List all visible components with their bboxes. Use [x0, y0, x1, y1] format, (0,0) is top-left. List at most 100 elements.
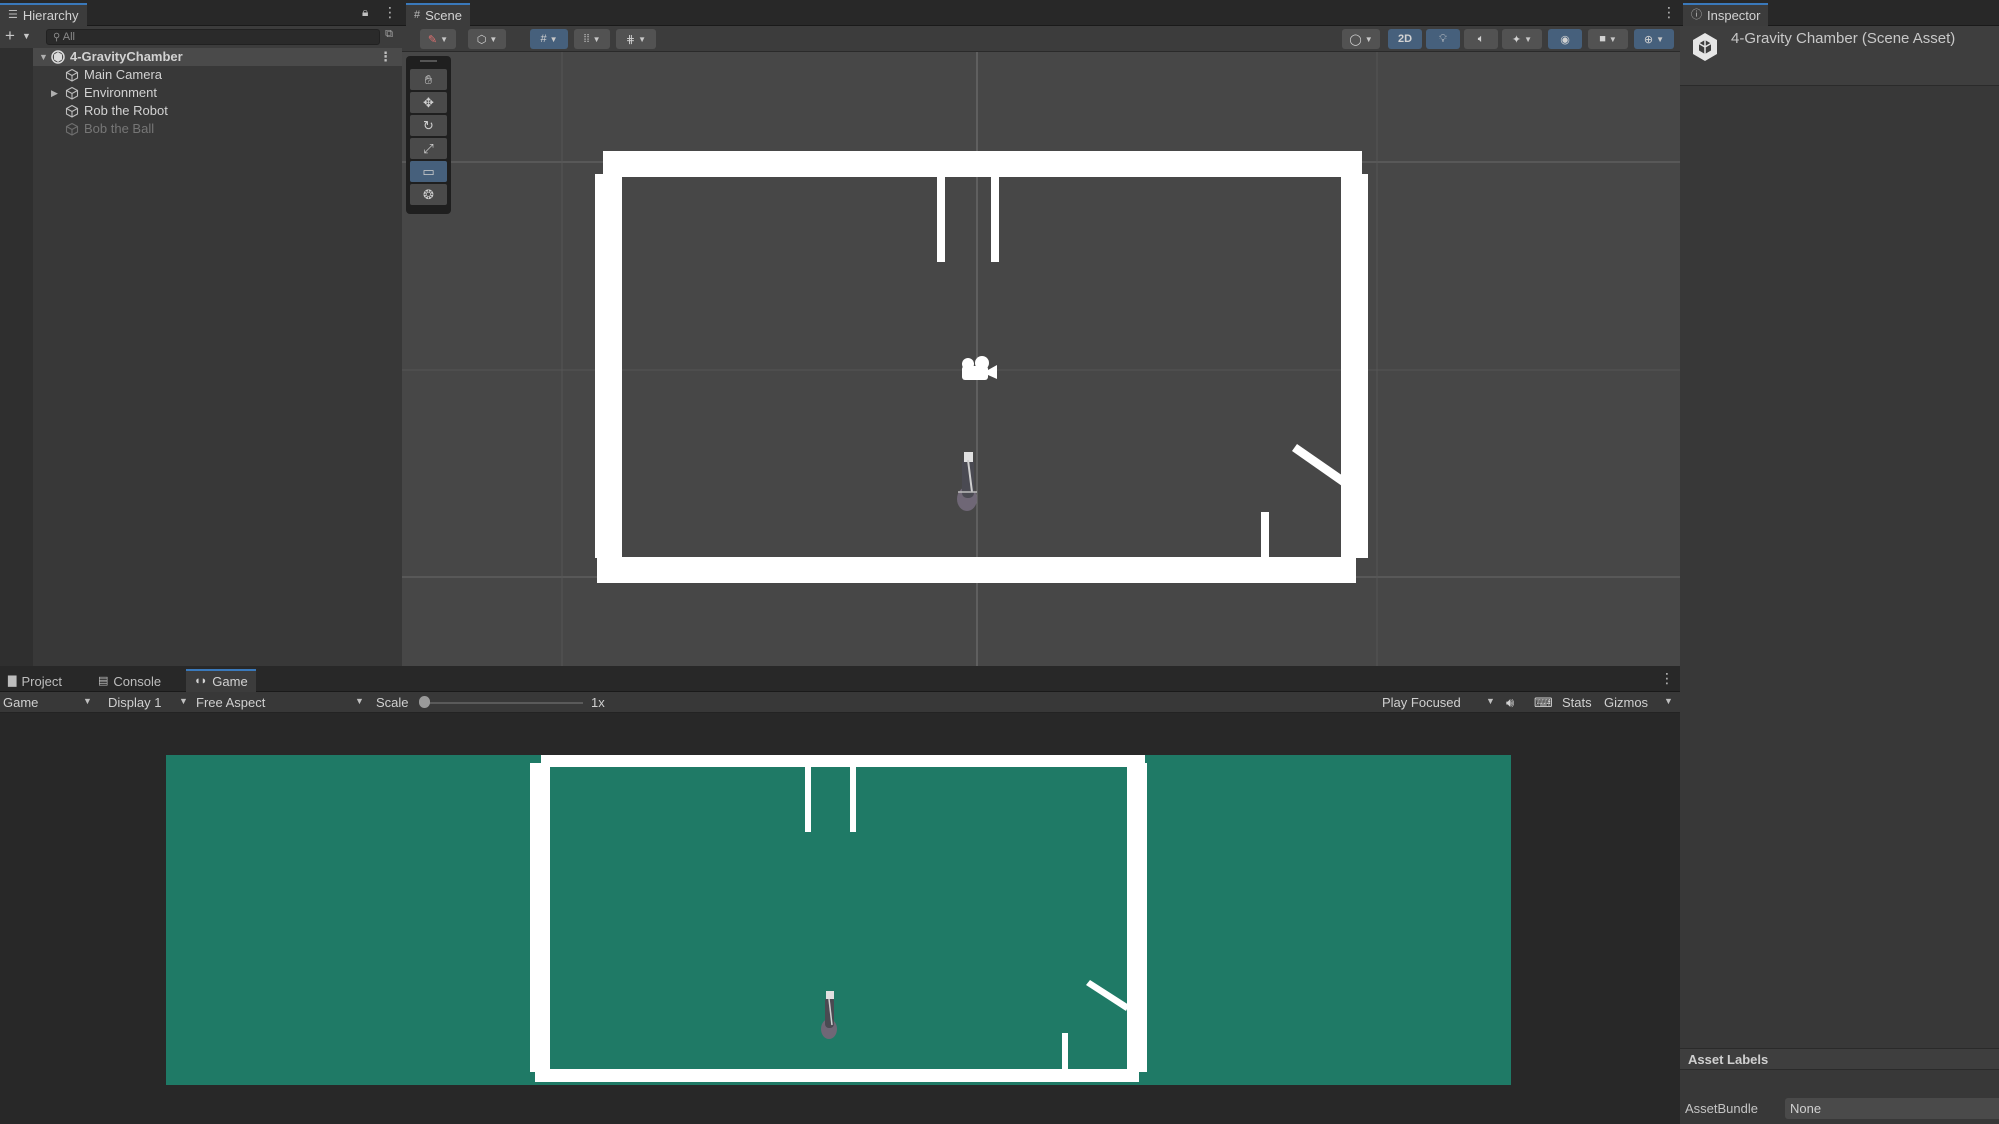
chevron-down-icon: ▼	[1656, 34, 1665, 44]
game-left-wall	[530, 763, 550, 1072]
toggle-2d-button[interactable]: 2D	[1388, 29, 1422, 49]
chevron-down-icon: ▼	[638, 34, 647, 44]
aspect-select-label: Free Aspect	[196, 695, 266, 710]
game-canvas	[166, 755, 1511, 1085]
angled-ramp	[1292, 444, 1346, 486]
game-ceiling-pillar	[850, 765, 856, 832]
hierarchy-panel: ☰ Hierarchy 🔒︎ ⋮ + ▼ ⚲ All ⧉ ▼ 4-Gravity…	[0, 0, 402, 666]
hierarchy-item-environment[interactable]: ▶ Environment	[33, 84, 402, 102]
drag-handle[interactable]	[420, 60, 437, 62]
aspect-select[interactable]: Free Aspect	[196, 694, 265, 711]
rect-tool-button[interactable]: ▭	[410, 161, 447, 182]
hierarchy-item-label: Bob the Ball	[84, 121, 155, 136]
chevron-down-icon[interactable]: ▼	[39, 48, 48, 66]
chevron-right-icon[interactable]: ▶	[51, 84, 58, 102]
grid-dots-icon: ⁞⁞	[583, 33, 590, 45]
info-icon: ⓘ	[1691, 9, 1702, 21]
hierarchy-tabbar: ☰ Hierarchy 🔒︎ ⋮	[0, 0, 402, 26]
camera-gizmo-icon[interactable]	[962, 356, 997, 380]
kebab-menu-icon[interactable]: ⋮	[383, 5, 397, 19]
chevron-down-icon[interactable]: ▼	[355, 696, 364, 706]
game-viewport[interactable]	[0, 713, 1680, 1124]
gameobject-cube-icon	[65, 68, 79, 82]
gameobject-cube-icon	[65, 122, 79, 136]
gameobject-cube-icon	[65, 86, 79, 100]
scene-tabbar: # Scene ⋮	[402, 0, 1680, 26]
lock-icon[interactable]: 🔒︎	[362, 5, 368, 19]
shading-mode-button[interactable]: ◯ ▼	[1342, 29, 1380, 49]
increment-snapping-button[interactable]: ⁞⁞ ▼	[574, 29, 610, 49]
hand-tool-button[interactable]: ✋︎	[410, 69, 447, 90]
scale-icon: ⤢	[423, 141, 434, 156]
inspector-panel: ⓘ Inspector 4-Gravity Chamber (Scene Ass…	[1680, 0, 1999, 1124]
game-bottom-wall	[535, 1069, 1139, 1082]
play-mode-select[interactable]: Play Focused	[1382, 694, 1461, 711]
chevron-down-icon[interactable]: ▼	[1486, 696, 1495, 706]
chevron-down-icon[interactable]: ▼	[179, 696, 188, 706]
inspector-title: 4-Gravity Chamber (Scene Asset)	[1731, 30, 1956, 47]
tab-scene[interactable]: # Scene	[406, 3, 470, 26]
gizmos-toggle[interactable]: Gizmos	[1604, 694, 1648, 711]
keyboard-shortcuts-icon[interactable]: ⌨︎	[1534, 694, 1553, 711]
gamepad-icon: ◖◗	[194, 675, 208, 687]
tab-hierarchy-label: Hierarchy	[22, 8, 79, 23]
floor-pillar	[1261, 512, 1269, 560]
draw-mode-button[interactable]: ✎ ▼	[420, 29, 456, 49]
hierarchy-gutter	[0, 48, 33, 666]
scale-slider-track[interactable]	[423, 702, 583, 704]
scene-camera-button[interactable]: ■ ▼	[1588, 29, 1628, 49]
game-view-select[interactable]: Game	[3, 694, 38, 711]
chevron-down-icon[interactable]: ▼	[1664, 696, 1673, 706]
add-icon[interactable]: +	[5, 27, 15, 45]
inspector-header: 4-Gravity Chamber (Scene Asset)	[1680, 26, 1999, 86]
game-right-wall	[1127, 763, 1147, 1072]
hierarchy-item-label: Rob the Robot	[84, 103, 168, 118]
bottom-tabbar: ▇ Project ▤ Console ◖◗ Game ⋮	[0, 666, 1680, 692]
hierarchy-scene-row[interactable]: ▼ 4-GravityChamber ⋮	[33, 48, 402, 66]
move-tool-button[interactable]: ✥	[410, 92, 447, 113]
gameobject-cube-icon	[65, 104, 79, 118]
mute-audio-icon[interactable]: 🔊︎	[1506, 694, 1514, 711]
scale-tool-button[interactable]: ⤢	[410, 138, 447, 159]
ceiling-pillar	[937, 176, 945, 262]
grid-snapping-button[interactable]: # ▼	[530, 29, 568, 49]
scene-visibility-button[interactable]: ◉	[1548, 29, 1582, 49]
effects-toggle-button[interactable]: ✦ ▼	[1502, 29, 1542, 49]
audio-toggle-button[interactable]: 🔈︎	[1464, 29, 1498, 49]
tab-console[interactable]: ▤ Console	[90, 669, 169, 692]
display-select[interactable]: Display 1	[108, 694, 161, 711]
eye-hidden-icon: ◉	[1560, 33, 1570, 46]
assetbundle-dropdown[interactable]: None	[1785, 1098, 1999, 1119]
tab-hierarchy[interactable]: ☰ Hierarchy	[0, 3, 87, 26]
tab-inspector[interactable]: ⓘ Inspector	[1683, 3, 1769, 26]
scale-slider-knob[interactable]	[419, 696, 430, 708]
grid-visibility-button[interactable]: ⋕ ▼	[616, 29, 656, 49]
lighting-toggle-button[interactable]: 💡︎	[1426, 29, 1460, 49]
chevron-down-icon[interactable]: ▼	[83, 696, 92, 706]
tab-project[interactable]: ▇ Project	[0, 669, 70, 692]
search-placeholder: All	[62, 31, 76, 43]
hierarchy-item-bob-the-ball[interactable]: Bob the Ball	[33, 120, 402, 138]
cube-icon: ⬡	[476, 33, 487, 46]
kebab-menu-icon[interactable]: ⋮	[1660, 671, 1674, 685]
transform-tool-button[interactable]: ❂	[410, 184, 447, 205]
stats-button[interactable]: Stats	[1562, 694, 1592, 711]
render-mode-button[interactable]: ⬡ ▼	[468, 29, 506, 49]
search-input[interactable]: ⚲ All	[46, 29, 380, 45]
asset-labels-header[interactable]: Asset Labels	[1680, 1048, 1999, 1070]
rotate-tool-button[interactable]: ↻	[410, 115, 447, 136]
gizmos-button[interactable]: ⊕ ▼	[1634, 29, 1674, 49]
robot-sprite[interactable]	[957, 452, 977, 511]
search-by-type-icon[interactable]: ⧉	[381, 28, 397, 45]
tab-scene-label: Scene	[425, 8, 462, 23]
kebab-menu-icon[interactable]: ⋮	[1662, 5, 1676, 19]
hierarchy-item-main-camera[interactable]: Main Camera	[33, 66, 402, 84]
chevron-down-icon[interactable]: ▼	[22, 31, 31, 41]
kebab-menu-icon[interactable]: ⋮	[379, 48, 392, 66]
scene-tools-overlay: ✋︎ ✥ ↻ ⤢ ▭ ❂	[406, 56, 451, 214]
tab-game-label: Game	[212, 674, 248, 689]
scene-viewport[interactable]: ✋︎ ✥ ↻ ⤢ ▭ ❂	[402, 52, 1680, 666]
tab-game[interactable]: ◖◗ Game	[186, 669, 256, 692]
left-wall	[595, 174, 622, 558]
hierarchy-item-rob-the-robot[interactable]: Rob the Robot	[33, 102, 402, 120]
